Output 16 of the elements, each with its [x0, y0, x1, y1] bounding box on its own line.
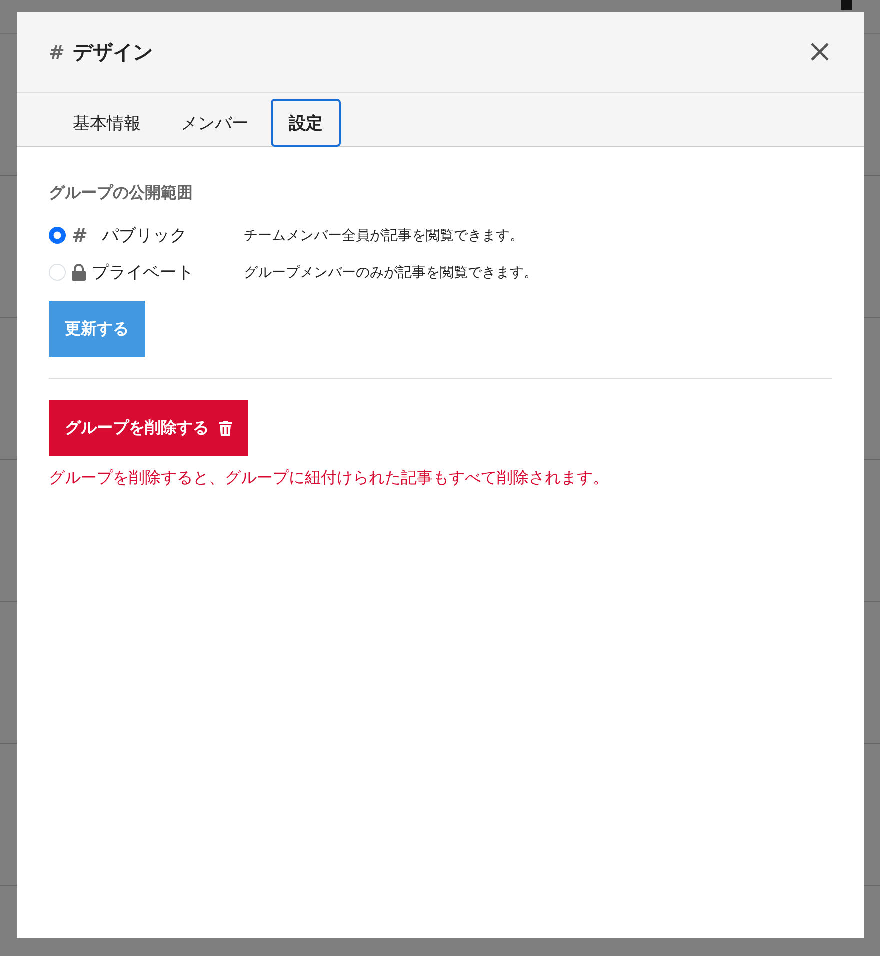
option-label: プライベート: [92, 260, 194, 284]
option-description: チームメンバー全員が記事を閲覧できます。: [244, 226, 524, 245]
tab[interactable]: 設定: [271, 98, 341, 147]
lock-icon: [72, 264, 86, 281]
tab[interactable]: メンバー: [163, 98, 267, 147]
radio-button[interactable]: [49, 227, 66, 244]
option-description: グループメンバーのみが記事を閲覧できます。: [244, 263, 538, 282]
hash-icon: #: [49, 38, 65, 66]
warning-text: グループを削除すると、グループに紐付けられた記事もすべて削除されます。: [49, 467, 610, 489]
modal-title: デザイン: [72, 39, 153, 66]
tab[interactable]: 基本情報: [55, 98, 159, 147]
section-label: グループの公開範囲: [49, 182, 194, 204]
hash-icon: #: [72, 221, 88, 250]
trash-icon: [219, 420, 232, 436]
option-label: パブリック: [102, 224, 187, 247]
delete-button[interactable]: グループを削除する: [49, 400, 248, 456]
